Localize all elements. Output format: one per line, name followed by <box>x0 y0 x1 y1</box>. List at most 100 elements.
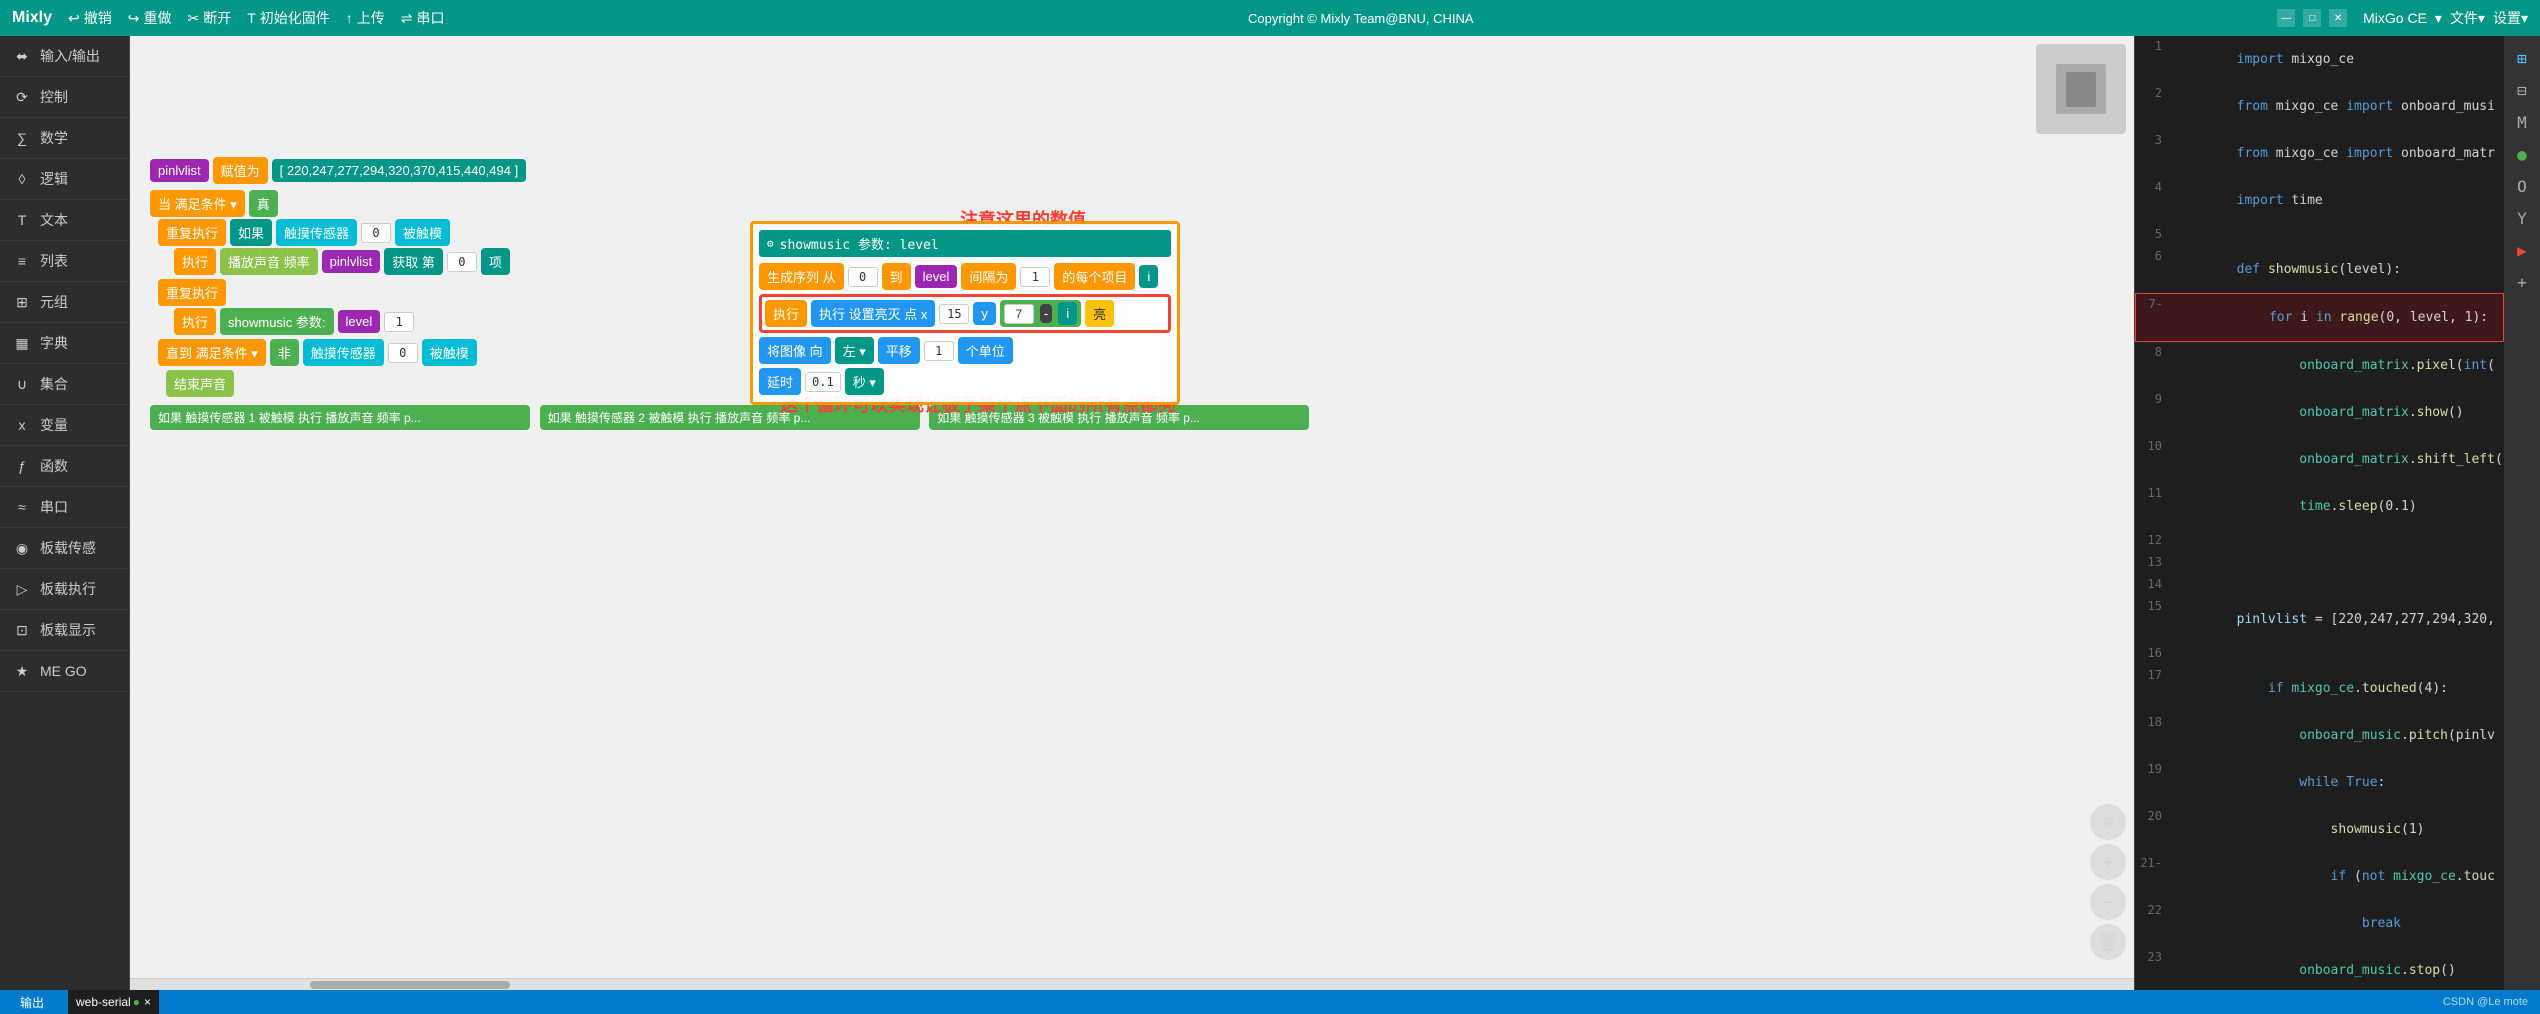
level-num-input[interactable]: 1 <box>384 312 414 332</box>
right-icon-2[interactable]: ⊟ <box>2508 76 2536 104</box>
sidebar-item-io-label: 输入/输出 <box>40 46 100 66</box>
foreach-label[interactable]: 生成序列 从 <box>759 263 844 290</box>
scrollbar-thumb[interactable] <box>310 981 510 989</box>
sidebar-item-dict[interactable]: ▦ 字典 <box>0 323 129 364</box>
i-var-block[interactable]: i <box>1139 265 1158 288</box>
sidebar-item-math[interactable]: ∑ 数学 <box>0 118 129 159</box>
list-values-block[interactable]: [ 220,247,277,294,320,370,415,440,494 ] <box>272 159 527 182</box>
dir-block[interactable]: 左 ▾ <box>835 337 874 364</box>
if-block[interactable]: 如果 <box>230 219 272 246</box>
popup-block-overlay[interactable]: ⚙ showmusic 参数: level 生成序列 从 0 到 level <box>750 221 1180 405</box>
upload-btn[interactable]: ↑ 上传 <box>346 8 385 28</box>
nav-target-btn[interactable]: ⊙ <box>2090 804 2126 840</box>
shift-image-block[interactable]: 将图像 向 <box>759 337 831 364</box>
sidebar-item-io[interactable]: ⬌ 输入/输出 <box>0 36 129 77</box>
showmusic-block[interactable]: showmusic 参数: <box>220 308 334 335</box>
touch-num-input[interactable]: 0 <box>361 223 391 243</box>
y-calc-block[interactable]: 7 - i <box>1000 300 1081 327</box>
window-maximize[interactable]: □ <box>2303 9 2321 27</box>
settings-menu[interactable]: 设置▾ <box>2493 8 2528 28</box>
window-close[interactable]: ✕ <box>2329 9 2347 27</box>
touch-sensor-block2[interactable]: 触摸传感器 <box>303 339 384 366</box>
touched-block[interactable]: 被触模 <box>395 219 450 246</box>
minus-block[interactable]: - <box>1040 304 1052 323</box>
play-sound-block[interactable]: 播放声音 频率 <box>220 248 318 275</box>
sidebar-item-board-sensor[interactable]: ◉ 板载传感 <box>0 528 129 569</box>
touched-block2[interactable]: 被触模 <box>422 339 477 366</box>
popup-row4: 延时 0.1 秒 ▾ <box>759 368 1171 395</box>
exec-block2[interactable]: 执行 <box>174 308 216 335</box>
get-item-block[interactable]: 获取 第 <box>384 248 443 275</box>
file-menu[interactable]: 文件▾ <box>2450 8 2485 28</box>
code-line-16: 16 <box>2135 643 2504 665</box>
sidebar-item-mego[interactable]: ★ ME GO <box>0 651 129 692</box>
sidebar-item-variable[interactable]: x 变量 <box>0 405 129 446</box>
exec-row2[interactable]: 执行 <box>765 300 807 327</box>
bright-block[interactable]: 亮 <box>1085 300 1114 327</box>
sidebar-item-text[interactable]: T 文本 <box>0 200 129 241</box>
right-icon-add[interactable]: + <box>2508 268 2536 296</box>
tab-close-btn[interactable]: × <box>144 995 151 1009</box>
if-touch1-block[interactable]: 如果 触摸传感器 1 被触模 执行 播放声音 频率 p... <box>150 405 530 430</box>
when-condition[interactable]: 当 满足条件 ▾ <box>150 190 245 217</box>
right-icon-7[interactable]: ▶ <box>2508 236 2536 264</box>
to-level-block[interactable]: level <box>915 265 958 288</box>
sidebar-item-control[interactable]: ⟳ 控制 <box>0 77 129 118</box>
sidebar-item-list[interactable]: ≡ 列表 <box>0 241 129 282</box>
sidebar-item-serial[interactable]: ≈ 串口 <box>0 487 129 528</box>
undo-btn[interactable]: ↩ 撤销 <box>68 8 112 28</box>
serial-label: 串口 <box>417 8 445 28</box>
move-num-input[interactable]: 1 <box>924 341 954 361</box>
delete-btn[interactable]: 🗑 <box>2090 924 2126 960</box>
delay-block[interactable]: 延时 <box>759 368 801 395</box>
delay-val-input[interactable]: 0.1 <box>805 372 841 392</box>
block-workspace[interactable]: pinlvlist 赋值为 [ 220,247,277,294,320,370,… <box>130 36 2134 990</box>
window-minimize[interactable]: — <box>2277 9 2295 27</box>
from-input[interactable]: 0 <box>848 267 878 287</box>
level-param-block[interactable]: level <box>338 310 381 333</box>
disconnect-btn[interactable]: ✂ 断开 <box>187 8 231 28</box>
exec-block[interactable]: 执行 <box>174 248 216 275</box>
set-pixel-block[interactable]: 执行 设置亮灭 点 x <box>811 300 935 327</box>
end-sound-block[interactable]: 结束声音 <box>166 370 234 397</box>
sidebar-item-function[interactable]: ƒ 函数 <box>0 446 129 487</box>
pinlvlist-block2[interactable]: pinlvlist <box>322 250 381 273</box>
touch-num-input2[interactable]: 0 <box>388 343 418 363</box>
y-num-input[interactable]: 7 <box>1004 304 1034 324</box>
redo-btn[interactable]: ↪ 重做 <box>128 8 172 28</box>
horizontal-scrollbar[interactable] <box>130 978 2134 990</box>
board-sensor-icon: ◉ <box>12 538 32 558</box>
web-serial-tab[interactable]: web-serial ● × <box>68 990 159 1014</box>
zoom-in-btn[interactable]: + <box>2090 844 2126 880</box>
item-num-input[interactable]: 0 <box>447 252 477 272</box>
sidebar-item-logic[interactable]: ◊ 逻辑 <box>0 159 129 200</box>
zoom-out-btn[interactable]: − <box>2090 884 2126 920</box>
mego-icon: ★ <box>12 661 32 681</box>
sidebar-item-board-display[interactable]: ⊡ 板载显示 <box>0 610 129 651</box>
not-block[interactable]: 非 <box>270 339 299 366</box>
touch-sensor-block[interactable]: 触摸传感器 <box>276 219 357 246</box>
true-block[interactable]: 真 <box>249 190 278 217</box>
repeat-exec-block2[interactable]: 重复执行 <box>158 279 226 306</box>
repeat-exec-block[interactable]: 重复执行 <box>158 219 226 246</box>
step-input[interactable]: 1 <box>1020 267 1050 287</box>
x-input[interactable]: 15 <box>939 304 969 324</box>
right-icon-6[interactable]: Y <box>2508 204 2536 232</box>
delay-unit-block[interactable]: 秒 ▾ <box>845 368 884 395</box>
init-firmware-btn[interactable]: T 初始化固件 <box>247 8 330 28</box>
i-var-block2[interactable]: i <box>1058 302 1077 325</box>
right-icon-1[interactable]: ⊞ <box>2508 44 2536 72</box>
output-tab[interactable]: 输出 <box>12 990 52 1014</box>
assign-block[interactable]: 赋值为 <box>213 157 268 184</box>
sidebar-item-tuple[interactable]: ⊞ 元组 <box>0 282 129 323</box>
item-label-block[interactable]: 项 <box>481 248 510 275</box>
pinlvlist-var-block[interactable]: pinlvlist <box>150 159 209 182</box>
sidebar-item-set[interactable]: ∪ 集合 <box>0 364 129 405</box>
until-block[interactable]: 直到 满足条件 ▾ <box>158 339 266 366</box>
sidebar-item-board-exec[interactable]: ▷ 板载执行 <box>0 569 129 610</box>
right-icon-5[interactable]: O <box>2508 172 2536 200</box>
right-icon-4[interactable]: ● <box>2508 140 2536 168</box>
right-icon-3[interactable]: M <box>2508 108 2536 136</box>
serial-btn[interactable]: ⇌ 串口 <box>401 8 445 28</box>
right-controls: — □ ✕ MixGo CE ▾ 文件▾ 设置▾ <box>2277 8 2528 28</box>
